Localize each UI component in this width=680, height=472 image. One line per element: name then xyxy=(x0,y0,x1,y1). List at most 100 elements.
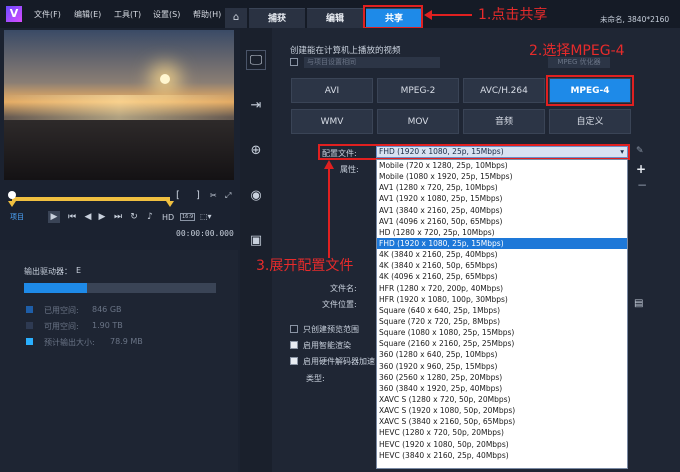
profile-option[interactable]: 4K (4096 x 2160, 25p, 65Mbps) xyxy=(377,271,627,282)
volume-button[interactable]: ♪ xyxy=(144,211,156,223)
mpeg4-highlight xyxy=(546,75,634,106)
timecode[interactable]: 00:00:00.000 xyxy=(176,229,234,238)
prev-frame-button[interactable]: ◀ xyxy=(82,211,94,223)
drive-letter: E xyxy=(76,266,82,275)
profile-option[interactable]: XAVC S (1920 x 1080, 50p, 20Mbps) xyxy=(377,405,627,416)
start-button[interactable]: ⏮ xyxy=(66,211,78,223)
match-project-checkbox[interactable] xyxy=(290,58,298,66)
aspect-ratio[interactable]: 16:9 xyxy=(180,213,196,221)
profile-option[interactable]: HFR (1920 x 1080, 100p, 30Mbps) xyxy=(377,294,627,305)
profile-option[interactable]: 4K (3840 x 2160, 25p, 40Mbps) xyxy=(377,249,627,260)
profile-option[interactable]: Square (640 x 640, 25p, 1Mbps) xyxy=(377,305,627,316)
preview-sun xyxy=(160,74,170,84)
repeat-button[interactable]: ↻ xyxy=(128,211,140,223)
home-tab-icon[interactable]: ⌂ xyxy=(225,8,247,28)
profile-option[interactable]: HEVC (3840 x 2160, 25p, 40Mbps) xyxy=(377,450,627,461)
project-label[interactable]: 项目 xyxy=(10,212,24,222)
edit-profile-icon[interactable]: ✎ xyxy=(636,146,644,156)
scrub-track[interactable] xyxy=(12,197,170,201)
profile-option[interactable]: 360 (1920 x 960, 25p, 15Mbps) xyxy=(377,361,627,372)
trim-in-icon[interactable]: [ xyxy=(176,190,180,201)
profile-list[interactable]: Mobile (720 x 1280, 25p, 10Mbps) Mobile (… xyxy=(376,159,628,469)
profile-option[interactable]: Square (2160 x 2160, 25p, 25Mbps) xyxy=(377,338,627,349)
scrub-handle[interactable] xyxy=(8,191,16,199)
mark-in-icon[interactable] xyxy=(8,201,16,207)
format-audio[interactable]: 音频 xyxy=(463,109,545,134)
profile-option[interactable]: AV1 (3840 x 2160, 25p, 40Mbps) xyxy=(377,205,627,216)
web-icon[interactable]: ⊕ xyxy=(246,141,266,161)
menu-settings[interactable]: 设置(S) xyxy=(153,9,180,20)
menu-file[interactable]: 文件(F) xyxy=(34,9,61,20)
tab-capture[interactable]: 捕获 xyxy=(249,8,305,28)
add-profile-icon[interactable]: + xyxy=(636,162,646,176)
hw-encoder-checkbox[interactable] xyxy=(290,357,298,365)
estimated-label: 预计输出大小: xyxy=(44,338,95,347)
preview-only-checkbox[interactable] xyxy=(290,325,298,333)
smart-render-checkbox[interactable] xyxy=(290,341,298,349)
smart-render-label: 启用智能渲染 xyxy=(303,341,351,350)
profile-option[interactable]: 360 (2560 x 1280, 25p, 20Mbps) xyxy=(377,372,627,383)
profile-option[interactable]: Mobile (1080 x 1920, 25p, 15Mbps) xyxy=(377,171,627,182)
computer-icon[interactable]: 🖵 xyxy=(246,50,266,70)
filename-label: 文件名: xyxy=(330,284,357,293)
profile-option[interactable]: HD (1280 x 720, 25p, 10Mbps) xyxy=(377,227,627,238)
annotation-step2: 2.选择MPEG-4 xyxy=(529,43,625,59)
hd-toggle[interactable]: HD xyxy=(162,213,174,222)
menu-tools[interactable]: 工具(T) xyxy=(114,9,141,20)
drive-usage-fill xyxy=(24,283,88,293)
profile-option[interactable]: HEVC (1920 x 1080, 50p, 20Mbps) xyxy=(377,439,627,450)
profile-option[interactable]: XAVC S (3840 x 2160, 50p, 65Mbps) xyxy=(377,416,627,427)
expand-icon[interactable]: ⤢ xyxy=(225,191,231,201)
project-info: 未命名, 3840*2160 xyxy=(600,15,670,24)
mark-out-icon[interactable] xyxy=(166,201,174,207)
profile-option[interactable]: AV1 (4096 x 2160, 50p, 65Mbps) xyxy=(377,216,627,227)
profile-option[interactable]: AV1 (1280 x 720, 25p, 10Mbps) xyxy=(377,182,627,193)
format-avc[interactable]: AVC/H.264 xyxy=(463,78,545,103)
remove-profile-icon[interactable]: − xyxy=(637,178,647,192)
format-avi[interactable]: AVI xyxy=(291,78,373,103)
profile-option[interactable]: 360 (3840 x 1920, 25p, 40Mbps) xyxy=(377,383,627,394)
preview-only-label: 只创建预览范围 xyxy=(303,325,359,334)
share-heading: 创建能在计算机上播放的视频 xyxy=(290,46,401,56)
profile-option[interactable]: AV1 (1920 x 1080, 25p, 15Mbps) xyxy=(377,193,627,204)
app-logo-icon: V xyxy=(6,6,22,22)
location-label: 文件位置: xyxy=(322,300,357,309)
play-button[interactable]: ▶ xyxy=(48,211,60,223)
preview-rocks xyxy=(4,120,234,180)
profile-option[interactable]: HFR (1280 x 720, 200p, 40Mbps) xyxy=(377,283,627,294)
profile-option[interactable]: HEVC (1280 x 720, 50p, 20Mbps) xyxy=(377,427,627,438)
format-mov[interactable]: MOV xyxy=(377,109,459,134)
estimated-swatch xyxy=(26,338,33,345)
match-project-select[interactable]: 与项目设置相同 xyxy=(304,57,440,68)
profile-option[interactable]: Square (720 x 720, 25p, 8Mbps) xyxy=(377,316,627,327)
profile-option[interactable]: XAVC S (1280 x 720, 50p, 20Mbps) xyxy=(377,394,627,405)
free-value: 1.90 TB xyxy=(92,321,123,330)
used-value: 846 GB xyxy=(92,305,122,314)
3d-icon[interactable]: ▣ xyxy=(246,231,266,251)
profile-option[interactable]: Mobile (720 x 1280, 25p, 10Mbps) xyxy=(377,160,627,171)
folder-icon[interactable]: ▤ xyxy=(634,298,643,309)
tab-edit[interactable]: 编辑 xyxy=(307,8,363,28)
disc-icon[interactable]: ◉ xyxy=(246,186,266,206)
format-mpeg2[interactable]: MPEG-2 xyxy=(377,78,459,103)
trim-out-icon[interactable]: ] xyxy=(196,190,200,201)
menu-edit[interactable]: 编辑(E) xyxy=(74,9,101,20)
format-custom[interactable]: 自定义 xyxy=(549,109,631,134)
arrow-step1-icon xyxy=(424,10,472,20)
profile-option[interactable]: FHD (1920 x 1080, 25p, 15Mbps) xyxy=(377,237,627,250)
profile-option[interactable]: 360 (1280 x 640, 25p, 10Mbps) xyxy=(377,349,627,360)
device-icon[interactable]: ⇥ xyxy=(246,96,266,116)
menu-help[interactable]: 帮助(H) xyxy=(193,9,221,20)
split-icon[interactable]: ✂ xyxy=(210,191,217,200)
annotation-step3: 3.展开配置文件 xyxy=(256,258,354,274)
profile-highlight xyxy=(318,144,630,160)
zoom-dropdown-icon[interactable]: ⬚▾ xyxy=(200,212,212,221)
profile-option[interactable]: 4K (3840 x 2160, 50p, 65Mbps) xyxy=(377,260,627,271)
profile-option[interactable]: Square (1080 x 1080, 25p, 15Mbps) xyxy=(377,327,627,338)
format-wmv[interactable]: WMV xyxy=(291,109,373,134)
hw-encoder-label: 启用硬件解码器加速 xyxy=(303,357,375,366)
arrow-step3-icon xyxy=(324,160,334,258)
type-label: 类型: xyxy=(306,374,325,383)
next-frame-button[interactable]: ▶ xyxy=(96,211,108,223)
end-button[interactable]: ⏭ xyxy=(112,211,124,223)
